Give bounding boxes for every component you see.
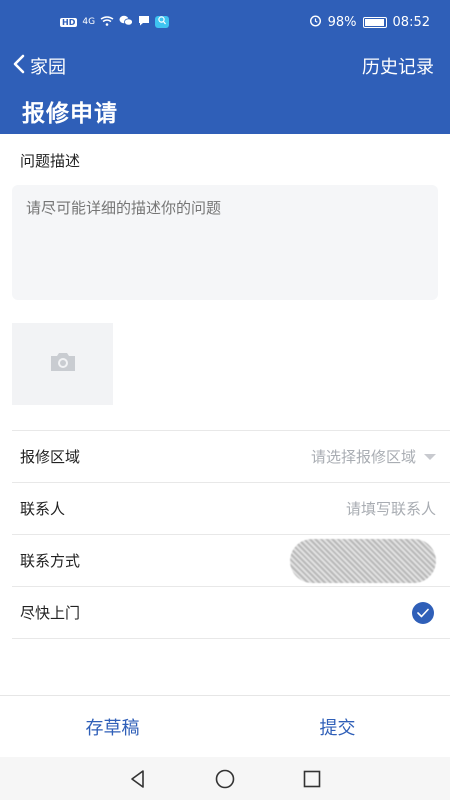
bottom-action-bar: 存草稿 提交 bbox=[0, 695, 450, 757]
wifi-icon bbox=[100, 15, 114, 29]
status-icons-right: 98% 08:52 bbox=[309, 14, 430, 31]
battery-percent: 98% bbox=[327, 14, 357, 30]
urgent-visit-checkbox[interactable] bbox=[412, 601, 434, 624]
contact-person-row: 联系人 请填写联系人 bbox=[12, 482, 450, 534]
chevron-left-icon bbox=[12, 54, 26, 79]
back-triangle-icon[interactable] bbox=[127, 768, 149, 790]
submit-button[interactable]: 提交 bbox=[225, 714, 450, 740]
caret-down-icon bbox=[424, 453, 436, 460]
status-icons-left: HD 4G bbox=[60, 15, 170, 29]
save-draft-button[interactable]: 存草稿 bbox=[0, 714, 225, 740]
title-band: 报修申请 bbox=[0, 88, 450, 134]
contact-method-label: 联系方式 bbox=[20, 552, 81, 570]
clock: 08:52 bbox=[392, 14, 430, 30]
qq-icon bbox=[155, 16, 170, 28]
description-label: 问题描述 bbox=[20, 152, 81, 170]
repair-area-select[interactable]: 请选择报修区域 bbox=[311, 446, 436, 467]
description-input[interactable] bbox=[12, 185, 438, 300]
status-bar: HD 4G 98% 08:52 bbox=[0, 0, 450, 44]
history-button[interactable]: 历史记录 bbox=[362, 53, 434, 79]
alarm-icon bbox=[309, 14, 322, 31]
wechat-icon bbox=[119, 15, 133, 29]
repair-area-value: 请选择报修区域 bbox=[310, 448, 416, 466]
page-title: 报修申请 bbox=[22, 101, 118, 127]
contact-method-input[interactable] bbox=[290, 538, 436, 583]
signal-icon: 4G bbox=[82, 17, 96, 27]
back-label: 家园 bbox=[30, 57, 66, 78]
battery-icon bbox=[362, 16, 387, 28]
repair-area-label: 报修区域 bbox=[20, 448, 81, 466]
system-navigation-bar bbox=[0, 757, 450, 800]
repair-area-row[interactable]: 报修区域 请选择报修区域 bbox=[12, 430, 450, 482]
contact-person-label: 联系人 bbox=[20, 500, 66, 518]
navigation-bar: 家园 历史记录 bbox=[0, 44, 450, 88]
urgent-visit-label: 尽快上门 bbox=[20, 604, 81, 622]
message-icon bbox=[138, 15, 150, 29]
photo-upload-button[interactable] bbox=[12, 323, 113, 405]
back-button[interactable]: 家园 bbox=[12, 53, 66, 79]
home-circle-icon[interactable] bbox=[214, 768, 236, 790]
camera-icon bbox=[49, 351, 77, 377]
urgent-visit-row[interactable]: 尽快上门 bbox=[12, 586, 450, 638]
recent-apps-square-icon[interactable] bbox=[301, 768, 323, 790]
contact-person-input[interactable]: 请填写联系人 bbox=[346, 498, 436, 519]
contact-method-row: 联系方式 bbox=[12, 534, 450, 586]
checkmark-icon bbox=[417, 608, 429, 617]
divider bbox=[12, 638, 450, 639]
hd-icon: HD bbox=[60, 17, 78, 27]
